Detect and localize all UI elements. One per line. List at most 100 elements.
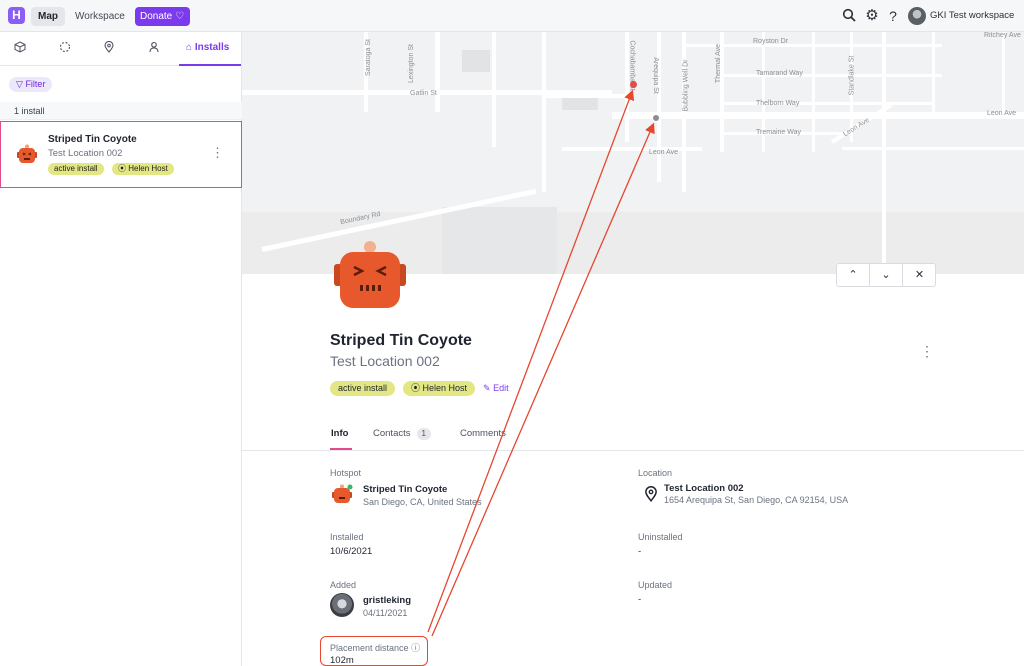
- nav-workspace-button[interactable]: Workspace: [68, 7, 132, 26]
- location-pin-icon: [645, 486, 657, 502]
- page-subtitle: Test Location 002: [330, 353, 440, 369]
- host-icon: ⦿: [411, 383, 421, 393]
- status-badge: active install: [48, 163, 104, 175]
- added-label: Added: [330, 580, 357, 590]
- edit-button[interactable]: ✎ Edit: [483, 383, 509, 394]
- tab-installs[interactable]: ⌂ Installs: [179, 32, 241, 66]
- page-title: Striped Tin Coyote: [330, 332, 472, 349]
- map-building: [462, 50, 490, 72]
- tab-info[interactable]: Info: [331, 428, 348, 439]
- map-road: [722, 102, 932, 105]
- cube-icon[interactable]: [11, 40, 29, 58]
- host-badge-label: Helen Host: [422, 383, 468, 393]
- top-bar: H Map Workspace Donate ♡ ⚙ ? GKI Test wor…: [0, 0, 1024, 32]
- updated-value: -: [638, 594, 642, 605]
- street-label: Royston Dr: [753, 38, 789, 45]
- help-icon[interactable]: ?: [885, 8, 901, 24]
- added-date: 04/11/2021: [363, 608, 408, 618]
- hotspot-name[interactable]: Striped Tin Coyote: [363, 484, 447, 495]
- street-label: Gatlin St: [410, 90, 437, 97]
- more-options-icon[interactable]: ⋮: [211, 146, 224, 159]
- install-count: 1 install: [0, 102, 242, 120]
- chevron-up-icon[interactable]: ⌃: [837, 264, 870, 286]
- map-road: [842, 147, 1024, 150]
- funnel-icon: ▽: [16, 79, 23, 89]
- hotspot-place: San Diego, CA, United States: [363, 497, 482, 507]
- map-road: [722, 74, 942, 77]
- location-address: 1654 Arequipa St, San Diego, CA 92154, U…: [664, 495, 849, 505]
- nav-map-button[interactable]: Map: [31, 7, 65, 26]
- map-road: [1002, 32, 1005, 112]
- status-badge: active install: [330, 381, 396, 396]
- map-road: [612, 112, 1024, 119]
- location-label: Location: [638, 468, 673, 478]
- street-label: Leon Ave: [649, 149, 679, 156]
- user-icon[interactable]: [145, 40, 163, 58]
- gear-icon[interactable]: ⚙: [864, 8, 880, 24]
- map-area: [442, 207, 557, 274]
- map-road: [492, 32, 496, 147]
- chevron-down-icon[interactable]: ⌄: [870, 264, 903, 286]
- street-label: Lexington St: [407, 44, 415, 83]
- active-tab-indicator: [330, 448, 352, 450]
- street-label: Thelborn Way: [756, 100, 800, 107]
- host-badge: ⦿ Helen Host: [112, 163, 174, 175]
- avatar: [330, 593, 354, 617]
- map-road: [682, 32, 686, 192]
- street-label: Leon Ave: [842, 116, 871, 139]
- workspace-name[interactable]: GKI Test workspace: [930, 10, 1014, 21]
- location-pin-icon[interactable]: [100, 40, 118, 58]
- close-icon[interactable]: ✕: [903, 264, 936, 286]
- map-road: [932, 32, 935, 112]
- map-road: [882, 32, 886, 274]
- location-name[interactable]: Test Location 002: [664, 483, 744, 494]
- search-icon[interactable]: [841, 8, 857, 24]
- left-panel: ⌂ Installs ▽ Filter 1 install Striped Ti…: [0, 32, 242, 666]
- tab-comments[interactable]: Comments: [460, 428, 506, 439]
- heart-icon: ♡: [175, 11, 185, 22]
- workspace-avatar[interactable]: [908, 7, 926, 25]
- list-item-subtitle: Test Location 002: [48, 148, 123, 159]
- host-badge: ⦿ Helen Host: [403, 381, 476, 396]
- installed-value: 10/6/2021: [330, 546, 373, 557]
- street-label: Bubbling Well Dr: [682, 59, 690, 112]
- install-marker[interactable]: [630, 81, 637, 88]
- tab-contacts-label: Contacts: [373, 428, 411, 439]
- list-item[interactable]: Striped Tin Coyote Test Location 002 act…: [0, 121, 242, 188]
- map-road: [542, 94, 632, 98]
- tab-contacts[interactable]: Contacts 1: [373, 428, 431, 440]
- filter-button[interactable]: ▽ Filter: [9, 77, 53, 92]
- robot-avatar-icon: [332, 484, 353, 503]
- uninstalled-label: Uninstalled: [638, 532, 683, 542]
- edit-label: Edit: [493, 383, 509, 393]
- more-options-icon[interactable]: ⋮: [920, 343, 934, 360]
- app-logo[interactable]: H: [8, 7, 25, 24]
- map-road: [542, 32, 546, 192]
- street-label: Leon Ave: [987, 110, 1017, 117]
- uninstalled-value: -: [638, 546, 642, 557]
- host-icon: ⦿: [118, 164, 126, 173]
- donate-button[interactable]: Donate ♡: [135, 7, 190, 26]
- street-label: Thermal Ave: [715, 43, 723, 84]
- dashed-circle-icon[interactable]: [56, 40, 74, 58]
- map-view[interactable]: Saratoga St Lexington St Gatlin St Cocha…: [242, 32, 1024, 274]
- hotspot-label: Hotspot: [330, 468, 362, 478]
- left-tabs: ⌂ Installs: [0, 32, 242, 66]
- list-item-title: Striped Tin Coyote: [48, 134, 137, 145]
- map-road: [812, 32, 815, 152]
- street-label: Ritchey Ave: [984, 32, 1021, 39]
- filter-label: Filter: [25, 79, 46, 89]
- robot-avatar-icon: [17, 144, 37, 163]
- added-user[interactable]: gristleking: [363, 595, 411, 606]
- street-label: Arequipa St: [651, 57, 659, 94]
- annotation-highlight-box: [320, 636, 428, 666]
- map-road: [562, 147, 702, 151]
- detail-controls: ⌃ ⌄ ✕: [836, 263, 936, 287]
- robot-avatar-icon: [334, 241, 406, 308]
- edit-icon: ✎: [483, 383, 491, 393]
- hotspot-marker[interactable]: [652, 114, 660, 122]
- home-icon: ⌂: [186, 42, 193, 53]
- tab-installs-label: Installs: [194, 42, 230, 53]
- map-road: [657, 32, 661, 182]
- street-label: Saratoga St: [364, 39, 372, 76]
